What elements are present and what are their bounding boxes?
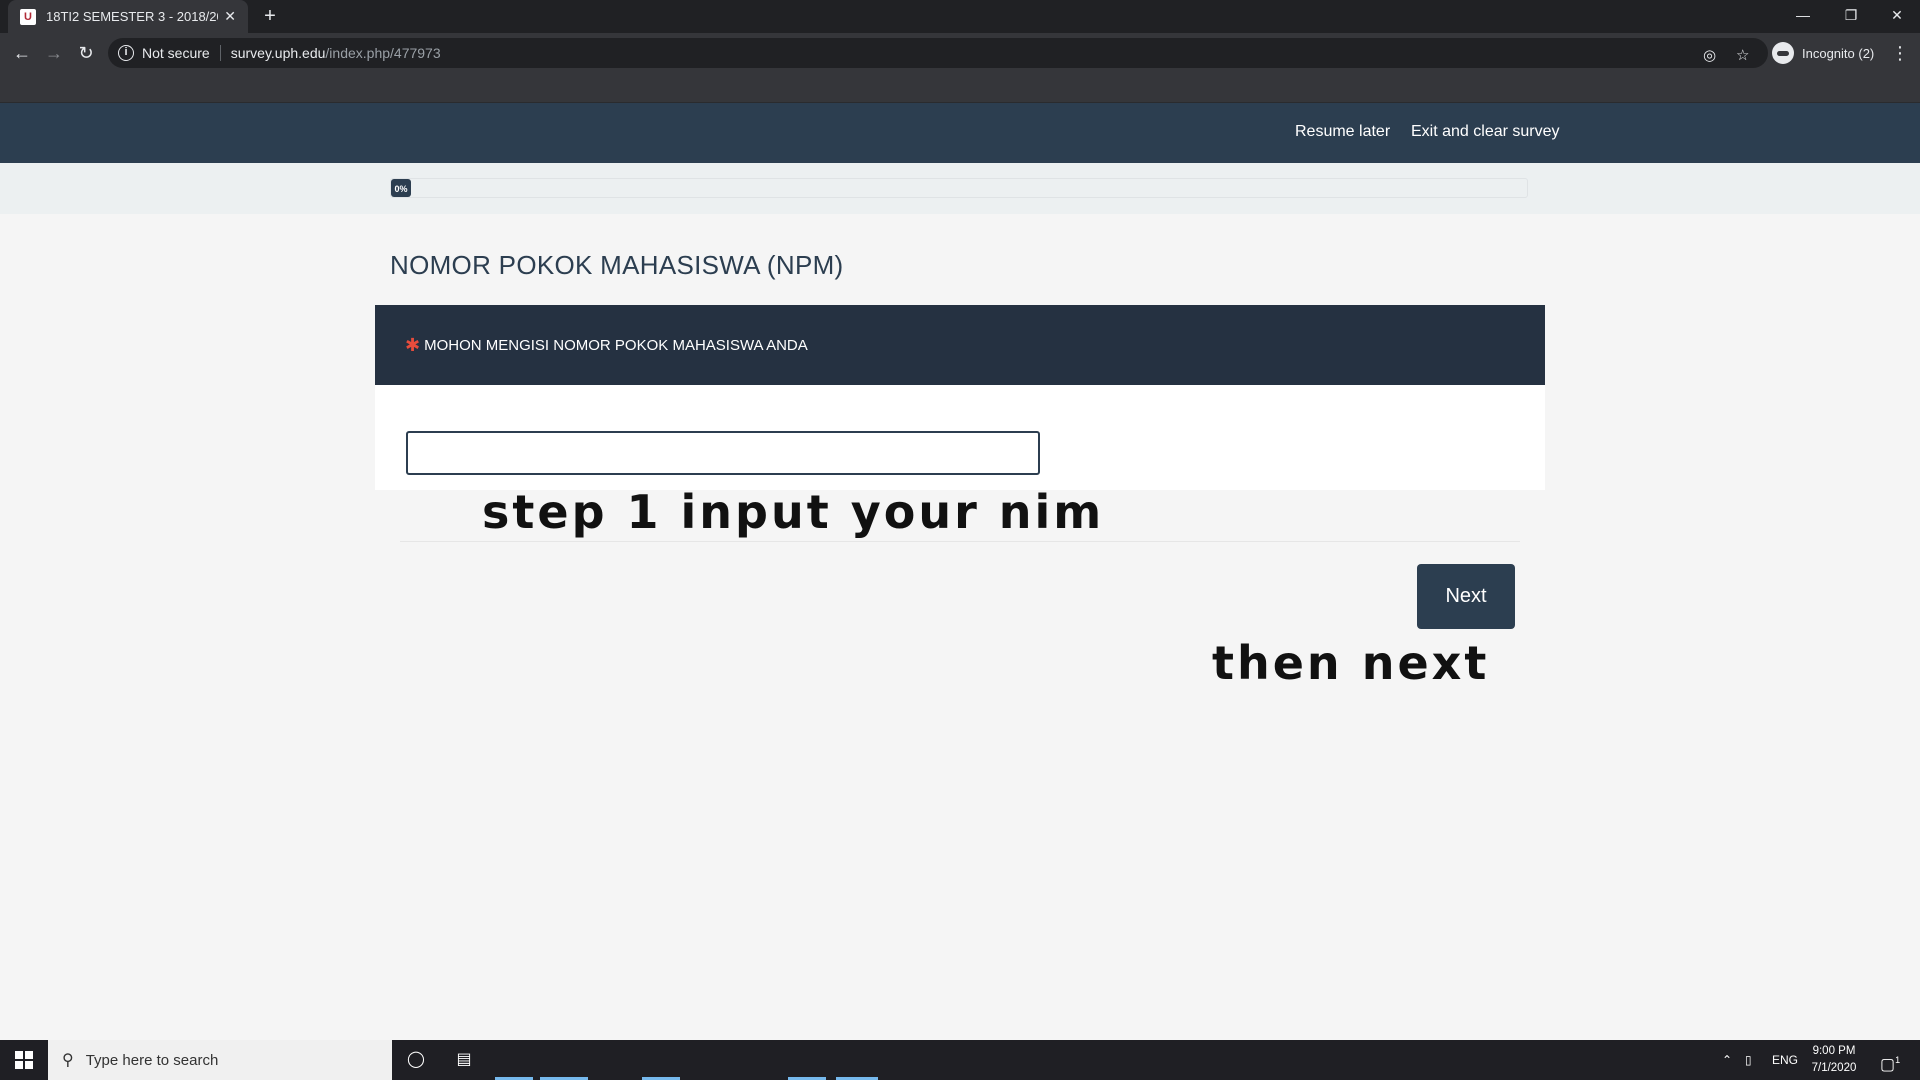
npm-answer-input[interactable] [406, 431, 1040, 475]
question-header: ✱ MOHON MENGISI NOMOR POKOK MAHASISWA AN… [375, 305, 1545, 385]
taskbar-clock[interactable]: 9:00 PM 7/1/2020 [1798, 1043, 1870, 1077]
security-status[interactable]: Not secure [142, 45, 210, 61]
progress-track: 0% [390, 178, 1528, 198]
survey-navbar: Resume later Exit and clear survey [0, 103, 1920, 163]
clock-time: 9:00 PM [1812, 1045, 1856, 1057]
incognito-label: Incognito (2) [1802, 45, 1875, 61]
annotation-step-1: step 1 input your nim [482, 485, 1105, 539]
action-center-notification-icon[interactable]: ▢1 [1880, 1040, 1900, 1080]
notification-count: 1 [1895, 1055, 1901, 1065]
address-separator [219, 45, 221, 61]
annotation-then-next: then next [1212, 636, 1490, 690]
progress-section: 0% [0, 163, 1920, 214]
url-path: /index.php/477973 [325, 45, 441, 61]
show-hidden-icons-chevron-icon[interactable]: ⌃ [1722, 1040, 1732, 1080]
clock-date: 7/1/2020 [1811, 1062, 1857, 1074]
back-arrow-icon[interactable]: ← [8, 39, 36, 67]
progress-bar: 0% [391, 179, 411, 197]
exit-clear-survey-link[interactable]: Exit and clear survey [1411, 123, 1560, 141]
browser-toolbar: ← → ↻ i Not secure survey.uph.edu /index… [0, 33, 1920, 73]
window-close-icon[interactable]: ✕ [1874, 0, 1920, 33]
divider [400, 541, 1520, 542]
tab-title: 18TI2 SEMESTER 3 - 2018/2019 [46, 9, 218, 24]
next-button[interactable]: Next [1417, 564, 1515, 629]
task-view-icon[interactable]: ▤ [442, 1040, 486, 1080]
bookmark-bar [0, 73, 1920, 103]
taskbar-search-placeholder: Type here to search [85, 1051, 219, 1069]
windows-start-icon[interactable] [0, 1040, 48, 1080]
taskbar-search-box[interactable]: ⚲ Type here to search [48, 1040, 392, 1080]
url-host: survey.uph.edu [230, 45, 326, 61]
incognito-icon [1772, 42, 1794, 64]
battery-icon[interactable]: ▯ [1745, 1040, 1752, 1080]
tab-close-icon[interactable]: ✕ [224, 8, 236, 25]
forward-arrow-icon[interactable]: → [40, 39, 68, 67]
site-favicon-icon: U [20, 8, 36, 25]
resume-later-link[interactable]: Resume later [1295, 123, 1390, 141]
cortana-circle-icon[interactable]: ◯ [394, 1040, 438, 1080]
bookmark-star-icon[interactable]: ☆ [1736, 46, 1749, 64]
reload-icon[interactable]: ↻ [72, 39, 100, 67]
address-bar[interactable]: i Not secure survey.uph.edu /index.php/4… [108, 38, 1768, 68]
group-title: NOMOR POKOK MAHASISWA (NPM) [390, 250, 844, 280]
incognito-profile-button[interactable]: Incognito (2) [1772, 38, 1874, 68]
new-tab-button[interactable]: + [258, 4, 282, 28]
browser-tabstrip: U 18TI2 SEMESTER 3 - 2018/2019 ✕ + — ❐ ✕ [0, 0, 1920, 33]
browser-tab[interactable]: U 18TI2 SEMESTER 3 - 2018/2019 ✕ [8, 0, 248, 33]
search-icon: ⚲ [62, 1052, 74, 1069]
browser-menu-icon[interactable]: ⋮ [1890, 39, 1910, 67]
mandatory-asterisk-icon: ✱ [405, 334, 421, 355]
info-icon[interactable]: i [118, 45, 134, 61]
windows-taskbar: ⚲ Type here to search ◯ ▤ ⌃ ▯ ENG 9:00 P… [0, 1040, 1920, 1080]
minimize-icon[interactable]: — [1780, 0, 1826, 33]
language-indicator[interactable]: ENG [1772, 1040, 1798, 1080]
restore-icon[interactable]: ❐ [1828, 0, 1874, 33]
tracking-blocked-eye-icon[interactable]: ◎ [1703, 46, 1716, 64]
question-text: MOHON MENGISI NOMOR POKOK MAHASISWA ANDA [424, 336, 808, 354]
